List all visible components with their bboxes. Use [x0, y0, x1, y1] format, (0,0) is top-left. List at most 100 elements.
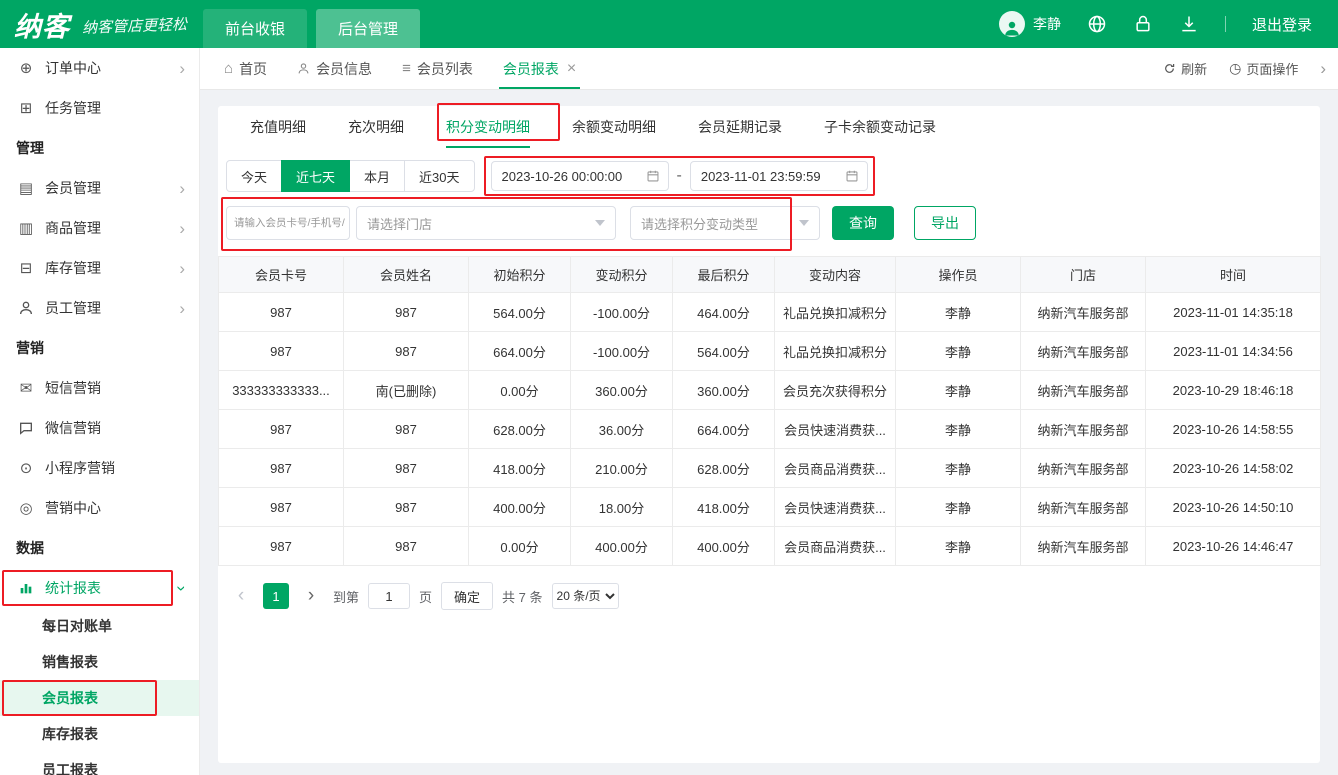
sidebar-item-miniprogram-marketing[interactable]: 小程序营销 [0, 448, 199, 488]
person-icon [16, 300, 36, 316]
sidebar-item-member-mgmt[interactable]: 会员管理 [0, 168, 199, 208]
col-member-name: 会员姓名 [344, 257, 469, 293]
points-change-table: 会员卡号 会员姓名 初始积分 变动积分 最后积分 变动内容 操作员 门店 时间 [218, 256, 1321, 566]
nav-back-admin[interactable]: 后台管理 [316, 9, 420, 48]
goto-page-input[interactable] [368, 583, 410, 609]
points-type-select[interactable]: 请选择积分变动类型 [630, 206, 820, 240]
cell-operator: 李静 [896, 371, 1021, 410]
filter-today-button[interactable]: 今天 [226, 160, 282, 192]
table-row[interactable]: 987 987 628.00分 36.00分 664.00分 会员快速消费获..… [219, 410, 1321, 449]
table-row[interactable]: 987 987 564.00分 -100.00分 464.00分 礼品兑换扣减积… [219, 293, 1321, 332]
store-select[interactable]: 请选择门店 [356, 206, 616, 240]
list-icon [402, 60, 411, 77]
table-row[interactable]: 987 987 400.00分 18.00分 418.00分 会员快速消费获..… [219, 488, 1321, 527]
lock-icon[interactable] [1133, 14, 1153, 34]
cell-final-points: 400.00分 [673, 527, 775, 566]
cell-change-content: 会员快速消费获... [775, 410, 896, 449]
refresh-button[interactable]: 刷新 [1163, 59, 1207, 78]
search-input[interactable] [226, 206, 350, 240]
query-button[interactable]: 查询 [832, 206, 894, 240]
header-right: 李静 退出登录 [999, 11, 1338, 37]
table-row[interactable]: 987 987 664.00分 -100.00分 564.00分 礼品兑换扣减积… [219, 332, 1321, 371]
sidebar-item-goods-mgmt[interactable]: 商品管理 [0, 208, 199, 248]
avatar-icon [999, 11, 1025, 37]
page-actions-button[interactable]: 页面操作 [1229, 59, 1298, 78]
sidebar-item-label: 任务管理 [45, 98, 101, 118]
close-icon[interactable] [567, 60, 576, 78]
col-time: 时间 [1146, 257, 1321, 293]
download-icon[interactable] [1179, 14, 1199, 34]
tab-points-change-detail[interactable]: 积分变动明细 [446, 106, 530, 148]
order-center-icon [16, 59, 36, 77]
sidebar-item-sms-marketing[interactable]: 短信营销 [0, 368, 199, 408]
col-changed-points: 变动积分 [571, 257, 673, 293]
task-icon [16, 99, 36, 117]
cell-store: 纳新汽车服务部 [1021, 293, 1146, 332]
sidebar-item-label: 会员报表 [42, 688, 98, 708]
sidebar-item-staff-report[interactable]: 员工报表 [0, 752, 199, 775]
cell-initial-points: 400.00分 [469, 488, 571, 527]
logout-button[interactable]: 退出登录 [1252, 14, 1312, 35]
sidebar-item-wechat-marketing[interactable]: 微信营销 [0, 408, 199, 448]
globe-icon[interactable] [1087, 14, 1107, 34]
filter-last30days-button[interactable]: 近30天 [404, 160, 474, 192]
col-member-card-no: 会员卡号 [219, 257, 344, 293]
cell-final-points: 564.00分 [673, 332, 775, 371]
calendar-icon [646, 169, 660, 183]
sidebar-item-staff-mgmt[interactable]: 员工管理 [0, 288, 199, 328]
sidebar-item-order-center[interactable]: 订单中心 [0, 48, 199, 88]
date-from-input[interactable]: 2023-10-26 00:00:00 [491, 161, 669, 191]
tab-home[interactable]: 首页 [224, 48, 267, 89]
table-row[interactable]: 987 987 0.00分 400.00分 400.00分 会员商品消费获...… [219, 527, 1321, 566]
sidebar-item-stock-report[interactable]: 库存报表 [0, 716, 199, 752]
date-separator: - [677, 167, 682, 185]
tab-member-list[interactable]: 会员列表 [402, 48, 473, 89]
username: 李静 [1033, 14, 1061, 34]
chevron-down-icon [595, 220, 605, 226]
filter-this-month-button[interactable]: 本月 [349, 160, 405, 192]
prev-page-button[interactable] [228, 583, 254, 609]
user-menu[interactable]: 李静 [999, 11, 1061, 37]
tab-member-report[interactable]: 会员报表 [503, 48, 576, 89]
cell-member-name: 987 [344, 449, 469, 488]
sidebar-item-stock-mgmt[interactable]: 库存管理 [0, 248, 199, 288]
confirm-button[interactable]: 确定 [441, 582, 493, 610]
date-to-input[interactable]: 2023-11-01 23:59:59 [690, 161, 868, 191]
sidebar-item-stats-report[interactable]: 统计报表 [0, 568, 199, 608]
sidebar-item-marketing-center[interactable]: 营销中心 [0, 488, 199, 528]
cell-member-card-no: 987 [219, 449, 344, 488]
page-size-select[interactable]: 20 条/页 [552, 583, 619, 609]
tab-recharge-detail[interactable]: 充值明细 [250, 106, 306, 148]
tab-subcard-balance-record[interactable]: 子卡余额变动记录 [824, 106, 936, 148]
sidebar-item-daily-statement[interactable]: 每日对账单 [0, 608, 199, 644]
filter-last7days-button[interactable]: 近七天 [281, 160, 350, 192]
cell-time: 2023-10-26 14:58:02 [1146, 449, 1321, 488]
miniprogram-icon [16, 459, 36, 477]
date-quick-filters: 今天 近七天 本月 近30天 [226, 160, 475, 192]
cell-member-name: 987 [344, 293, 469, 332]
table-row[interactable]: 987 987 418.00分 210.00分 628.00分 会员商品消费获.… [219, 449, 1321, 488]
refresh-icon [1163, 62, 1176, 75]
inventory-icon [16, 259, 36, 277]
tab-member-info[interactable]: 会员信息 [297, 48, 372, 89]
export-button[interactable]: 导出 [914, 206, 976, 240]
cell-store: 纳新汽车服务部 [1021, 410, 1146, 449]
nav-front-cashier[interactable]: 前台收银 [203, 9, 307, 48]
cell-time: 2023-10-29 18:46:18 [1146, 371, 1321, 410]
sidebar-item-label: 营销中心 [45, 498, 101, 518]
next-page-button[interactable] [298, 583, 324, 609]
cell-initial-points: 418.00分 [469, 449, 571, 488]
page-1-button[interactable]: 1 [263, 583, 289, 609]
sidebar-item-member-report[interactable]: 会员报表 [0, 680, 199, 716]
tab-member-extension-record[interactable]: 会员延期记录 [698, 106, 782, 148]
tab-times-detail[interactable]: 充次明细 [348, 106, 404, 148]
header-nav: 前台收银 后台管理 [203, 9, 420, 48]
cell-changed-points: 360.00分 [571, 371, 673, 410]
tab-balance-change-detail[interactable]: 余额变动明细 [572, 106, 656, 148]
sidebar-item-task-mgmt[interactable]: 任务管理 [0, 88, 199, 128]
cell-changed-points: 36.00分 [571, 410, 673, 449]
chevron-right-icon[interactable] [1320, 59, 1326, 79]
sidebar-item-sales-report[interactable]: 销售报表 [0, 644, 199, 680]
table-row[interactable]: 333333333333... 南(已删除) 0.00分 360.00分 360… [219, 371, 1321, 410]
cell-change-content: 会员充次获得积分 [775, 371, 896, 410]
